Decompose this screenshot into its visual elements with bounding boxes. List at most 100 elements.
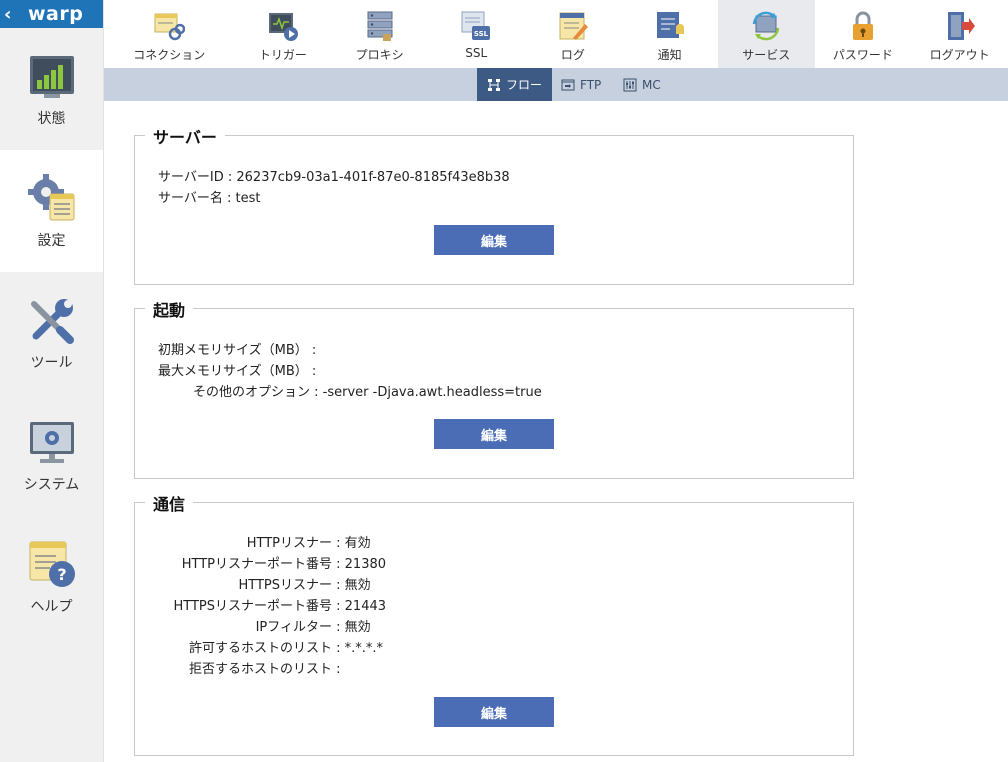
tab-label: ログアウト — [929, 48, 990, 62]
bar-chart-icon — [29, 56, 74, 98]
tab-log[interactable]: ログ — [525, 0, 622, 68]
service-icon — [753, 11, 780, 41]
sidebar-item-label: 設定 — [37, 233, 66, 249]
https-listener-row: HTTPSリスナー : 無効 — [135, 574, 371, 593]
logout-icon — [947, 12, 975, 40]
deny-hosts-label: 拒否するホストのリスト — [188, 662, 332, 677]
monitor-gear-icon — [29, 422, 74, 463]
allow-hosts-value: *.*.*.* — [344, 641, 384, 656]
sidebar-item-status[interactable]: 状態 — [0, 28, 103, 150]
separator: : — [332, 557, 345, 572]
tab-label: SSL — [465, 46, 488, 60]
brand-logo-text: warp — [28, 3, 84, 25]
subtab-mc[interactable]: MC — [623, 68, 661, 101]
sidebar-item-settings[interactable]: 設定 — [0, 150, 103, 272]
tab-label: ログ — [560, 48, 585, 62]
server-id-value: 26237cb9-03a1-401f-87e0-8185f43e8b38 — [236, 170, 510, 185]
max-memory-row: 最大メモリサイズ（MB） : — [158, 360, 316, 379]
ip-filter-value: 無効 — [344, 620, 371, 635]
server-name-label: サーバー名 — [158, 191, 223, 206]
flow-icon — [488, 78, 500, 91]
separator: : — [332, 641, 345, 656]
tab-trigger[interactable]: トリガー — [235, 0, 332, 68]
tab-label: サービス — [742, 48, 791, 62]
sidebar-item-system[interactable]: システム — [0, 394, 103, 516]
separator: : — [310, 385, 323, 400]
tab-connection[interactable]: コネクション — [104, 0, 235, 68]
top-nav: コネクション トリガー プロキシ SSL SSL ログ 通知 サービス パスワー… — [104, 0, 1008, 68]
separator: : — [332, 620, 345, 635]
http-listener-row: HTTPリスナー : 有効 — [135, 532, 371, 551]
ip-filter-label: IPフィルター — [255, 620, 332, 635]
communication-panel: 通信 HTTPリスナー : 有効 HTTPリスナーポート番号 : 21380 H… — [134, 491, 854, 756]
tab-password[interactable]: パスワード — [815, 0, 912, 68]
svg-text:SSL: SSL — [474, 30, 489, 38]
server-panel-title: サーバー — [145, 124, 225, 148]
separator: : — [307, 343, 317, 358]
ssl-icon: SSL — [461, 11, 491, 40]
allow-hosts-label: 許可するホストのリスト — [188, 641, 332, 656]
separator: : — [222, 191, 236, 206]
http-listener-value: 有効 — [344, 536, 371, 551]
sidebar-item-help[interactable]: ? ヘルプ — [0, 516, 103, 638]
separator: : — [332, 662, 341, 677]
server-edit-button[interactable]: 編集 — [434, 225, 554, 255]
http-port-row: HTTPリスナーポート番号 : 21380 — [135, 553, 386, 572]
server-panel: サーバー サーバーID : 26237cb9-03a1-401f-87e0-81… — [134, 124, 854, 285]
subtab-label: MC — [642, 77, 661, 92]
http-listener-label: HTTPリスナー — [246, 536, 332, 551]
sub-nav: フロー FTP MC — [104, 68, 1008, 101]
server-name-row: サーバー名 : test — [158, 187, 261, 206]
wrench-screwdriver-icon — [30, 299, 74, 344]
startup-panel: 起動 初期メモリサイズ（MB） : 最大メモリサイズ（MB） : その他のオプシ… — [134, 297, 854, 479]
server-id-label: サーバーID — [158, 170, 224, 185]
other-options-value: -server -Djava.awt.headless=true — [322, 385, 542, 400]
subtab-ftp[interactable]: FTP — [561, 68, 601, 101]
brand-back-link[interactable]: ‹ warp — [0, 0, 103, 28]
trigger-icon — [268, 13, 298, 41]
startup-panel-title: 起動 — [145, 297, 194, 321]
subtab-flow[interactable]: フロー — [477, 68, 552, 101]
communication-edit-button[interactable]: 編集 — [434, 697, 554, 727]
tab-notification[interactable]: 通知 — [621, 0, 718, 68]
allow-hosts-row: 許可するホストのリスト : *.*.*.* — [135, 637, 383, 656]
https-listener-value: 無効 — [344, 578, 371, 593]
other-options-label: その他のオプション — [193, 385, 311, 400]
tab-ssl[interactable]: SSL SSL — [428, 0, 525, 68]
password-lock-icon — [852, 11, 873, 40]
mc-icon — [623, 78, 637, 91]
tab-label: プロキシ — [355, 48, 404, 62]
separator: : — [307, 364, 317, 379]
other-options-row: その他のオプション : -server -Djava.awt.headless=… — [193, 381, 542, 400]
tab-logout[interactable]: ログアウト — [911, 0, 1008, 68]
separator: : — [332, 599, 345, 614]
https-listener-label: HTTPSリスナー — [238, 578, 332, 593]
tab-label: コネクション — [133, 48, 206, 62]
sidebar-item-label: ヘルプ — [30, 599, 73, 615]
chevron-left-icon: ‹ — [4, 3, 12, 25]
sidebar-item-label: ツール — [30, 355, 73, 371]
http-port-label: HTTPリスナーポート番号 — [181, 557, 332, 572]
ftp-icon — [561, 79, 575, 90]
connection-icon — [154, 13, 186, 41]
sidebar: ‹ warp 状態 設定 ツール システム ? ヘルプ — [0, 0, 104, 762]
proxy-icon — [367, 11, 393, 41]
sidebar-item-label: 状態 — [37, 111, 66, 127]
max-memory-label: 最大メモリサイズ（MB） — [158, 364, 308, 379]
sidebar-item-tools[interactable]: ツール — [0, 272, 103, 394]
subtab-label: FTP — [580, 77, 602, 92]
startup-edit-button[interactable]: 編集 — [434, 419, 554, 449]
communication-panel-title: 通信 — [145, 491, 194, 515]
server-id-row: サーバーID : 26237cb9-03a1-401f-87e0-8185f43… — [158, 166, 510, 185]
tab-service[interactable]: サービス — [717, 0, 815, 68]
svg-text:?: ? — [57, 565, 66, 584]
separator: : — [223, 170, 237, 185]
http-port-value: 21380 — [344, 557, 387, 572]
notification-icon — [656, 12, 684, 38]
tab-label: トリガー — [258, 48, 307, 62]
init-memory-label: 初期メモリサイズ（MB） — [158, 343, 308, 358]
https-port-value: 21443 — [344, 599, 387, 614]
tab-proxy[interactable]: プロキシ — [331, 0, 428, 68]
subtab-label: フロー — [506, 78, 543, 92]
log-icon — [559, 12, 588, 40]
